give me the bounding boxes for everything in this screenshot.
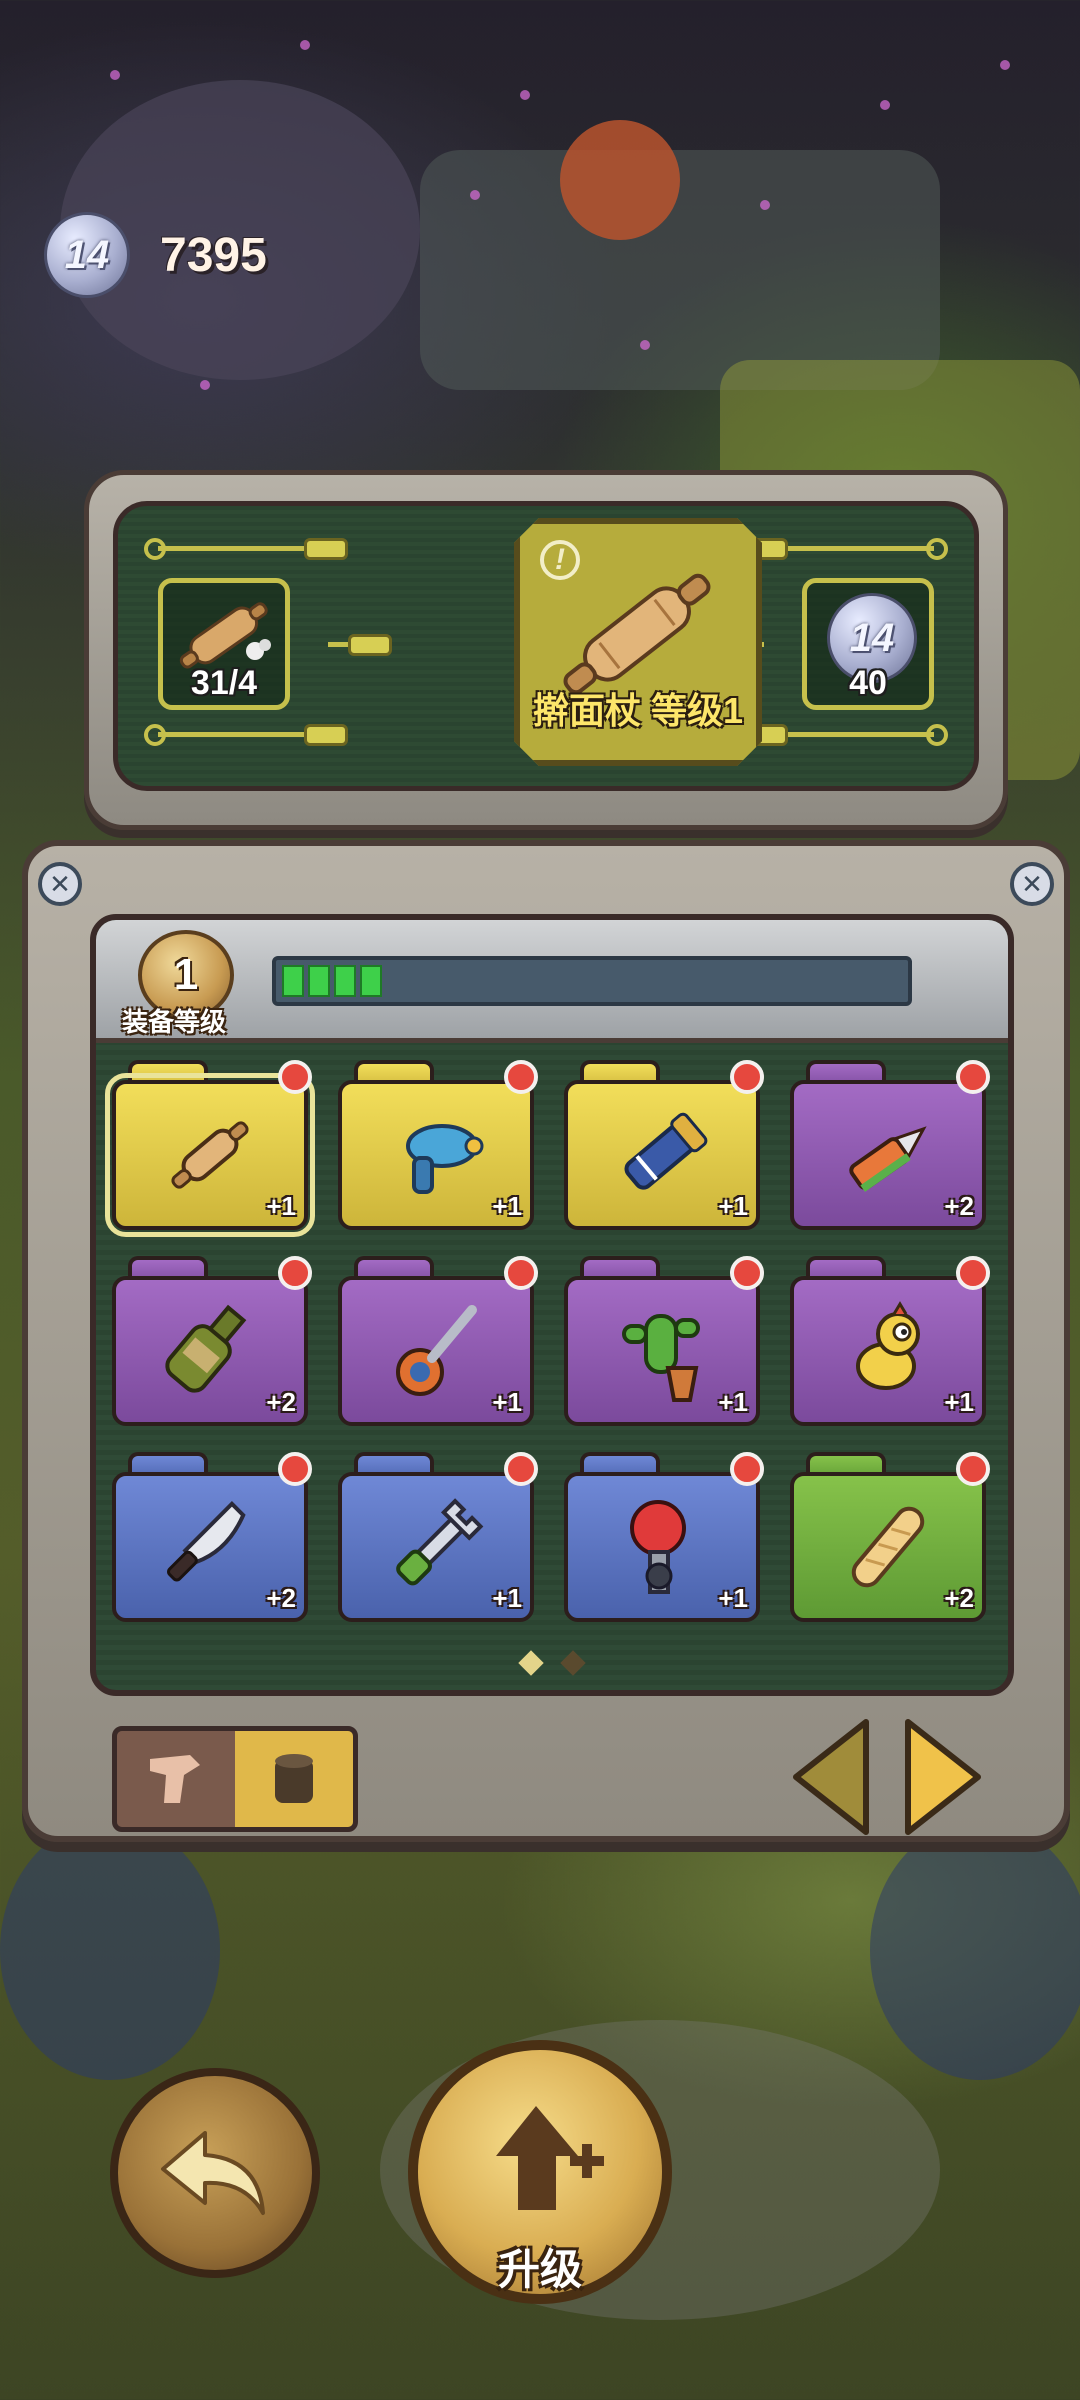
- upgrade-button[interactable]: 升级: [408, 2040, 672, 2304]
- inventory-slot-cactus-pot[interactable]: +1: [564, 1256, 764, 1426]
- box-cutter-icon: [849, 1126, 927, 1192]
- equipment-level-label: 装备等级: [122, 1007, 227, 1037]
- chicken-icon: [856, 1301, 920, 1390]
- wrench-icon: [396, 1498, 484, 1586]
- weapon-silhouette-icon: [150, 1755, 200, 1803]
- cost-slot: 14 40: [802, 578, 934, 710]
- item-bonus: +1: [492, 1583, 522, 1613]
- new-badge: [956, 1060, 990, 1094]
- inventory-slot-blue-raygun[interactable]: +1: [338, 1060, 538, 1230]
- new-badge: [504, 1452, 538, 1486]
- cost-amount: 40: [849, 664, 887, 702]
- new-badge: [504, 1256, 538, 1290]
- item-bonus: +2: [266, 1583, 296, 1613]
- page-indicator: [96, 1650, 1008, 1676]
- item-bonus: +2: [944, 1583, 974, 1613]
- item-bonus: +1: [718, 1583, 748, 1613]
- next-page-button[interactable]: [892, 1712, 992, 1842]
- rune-coin-icon: 14: [44, 212, 130, 298]
- category-toggle[interactable]: [112, 1726, 358, 1832]
- upgrade-info-panel: 31/4 ! 擀面杖 等级1 14 40: [84, 470, 1008, 830]
- upgrade-label: 升级: [497, 2246, 582, 2293]
- new-badge: [278, 1452, 312, 1486]
- back-arrow-icon: [161, 2131, 265, 2215]
- gauntlet-icon: [624, 1112, 708, 1190]
- equipment-panel: ✕ ✕ 1 装备等级 +1 +1 +1 +2 +2 +1 +1 +1 +2 +1…: [22, 840, 1070, 1842]
- upgrade-arrow-icon: [496, 2106, 604, 2210]
- progress-segment: [334, 965, 356, 997]
- selected-item-name: 擀面杖 等级1: [532, 690, 744, 731]
- baguette-icon: [851, 1506, 925, 1588]
- progress-segment: [308, 965, 330, 997]
- material-slot[interactable]: 31/4: [158, 578, 290, 710]
- inventory-slot-rubber-chicken[interactable]: +1: [790, 1256, 990, 1426]
- back-button[interactable]: [110, 2068, 320, 2278]
- raygun-icon: [406, 1124, 484, 1194]
- rolling-pin-icon: [171, 1121, 249, 1189]
- item-bonus: +1: [944, 1387, 974, 1417]
- new-badge: [730, 1452, 764, 1486]
- item-bonus: +2: [266, 1387, 296, 1417]
- inventory-grid: +1 +1 +1 +2 +2 +1 +1 +1 +2 +1 +1 +2: [105, 1060, 992, 1622]
- progress-segment: [282, 965, 304, 997]
- new-badge: [504, 1060, 538, 1094]
- previous-page-button[interactable]: [782, 1712, 882, 1842]
- new-badge: [956, 1452, 990, 1486]
- page-dot-1[interactable]: [518, 1650, 544, 1676]
- new-badge: [730, 1256, 764, 1290]
- inventory-slot-screwdriver[interactable]: +1: [338, 1256, 538, 1426]
- broken-bottle-icon: [165, 1304, 247, 1393]
- item-bonus: +1: [266, 1191, 296, 1221]
- page-dot-2[interactable]: [560, 1650, 586, 1676]
- inventory-slot-broken-bottle[interactable]: +2: [112, 1256, 312, 1426]
- boxing-glove-icon: [630, 1500, 686, 1594]
- item-bonus: +1: [492, 1191, 522, 1221]
- item-bonus: +1: [718, 1191, 748, 1221]
- currency-display: 14 7395: [44, 212, 267, 298]
- item-bonus: +1: [718, 1387, 748, 1417]
- material-count: 31/4: [190, 664, 258, 702]
- screwdriver-icon: [396, 1305, 477, 1396]
- inventory-screen: 1 装备等级 +1 +1 +1 +2 +2 +1 +1 +1 +2 +1 +1 …: [90, 914, 1014, 1696]
- level-progress-bar: [272, 956, 912, 1006]
- currency-amount: 7395: [160, 228, 267, 282]
- new-badge: [278, 1060, 312, 1094]
- material-category-tab[interactable]: [235, 1731, 353, 1827]
- inventory-slot-box-cutter[interactable]: +2: [790, 1060, 990, 1230]
- inventory-slot-kitchen-knife[interactable]: +2: [112, 1452, 312, 1622]
- inventory-slot-baguette[interactable]: +2: [790, 1452, 990, 1622]
- inventory-slot-boxing-glove-robot[interactable]: +1: [564, 1452, 764, 1622]
- screw-icon: ✕: [38, 862, 82, 906]
- upgrade-info-screen: 31/4 ! 擀面杖 等级1 14 40: [113, 501, 979, 791]
- cactus-icon: [622, 1314, 700, 1402]
- inventory-slot-rolling-pin[interactable]: +1: [105, 1060, 315, 1237]
- new-badge: [278, 1256, 312, 1290]
- screw-icon: ✕: [1010, 862, 1054, 906]
- selected-item-preview: ! 擀面杖 等级1: [514, 518, 762, 766]
- new-badge: [730, 1060, 764, 1094]
- item-bonus: +1: [492, 1387, 522, 1417]
- knife-icon: [167, 1501, 246, 1582]
- inventory-slot-gauntlet[interactable]: +1: [564, 1060, 764, 1230]
- canister-icon: [275, 1754, 313, 1803]
- item-bonus: +2: [944, 1191, 974, 1221]
- equipment-level-bar: 1 装备等级: [96, 920, 1008, 1043]
- progress-segment: [360, 965, 382, 997]
- new-badge: [956, 1256, 990, 1290]
- inventory-slot-wrench[interactable]: +1: [338, 1452, 538, 1622]
- weapon-category-tab[interactable]: [117, 1731, 235, 1827]
